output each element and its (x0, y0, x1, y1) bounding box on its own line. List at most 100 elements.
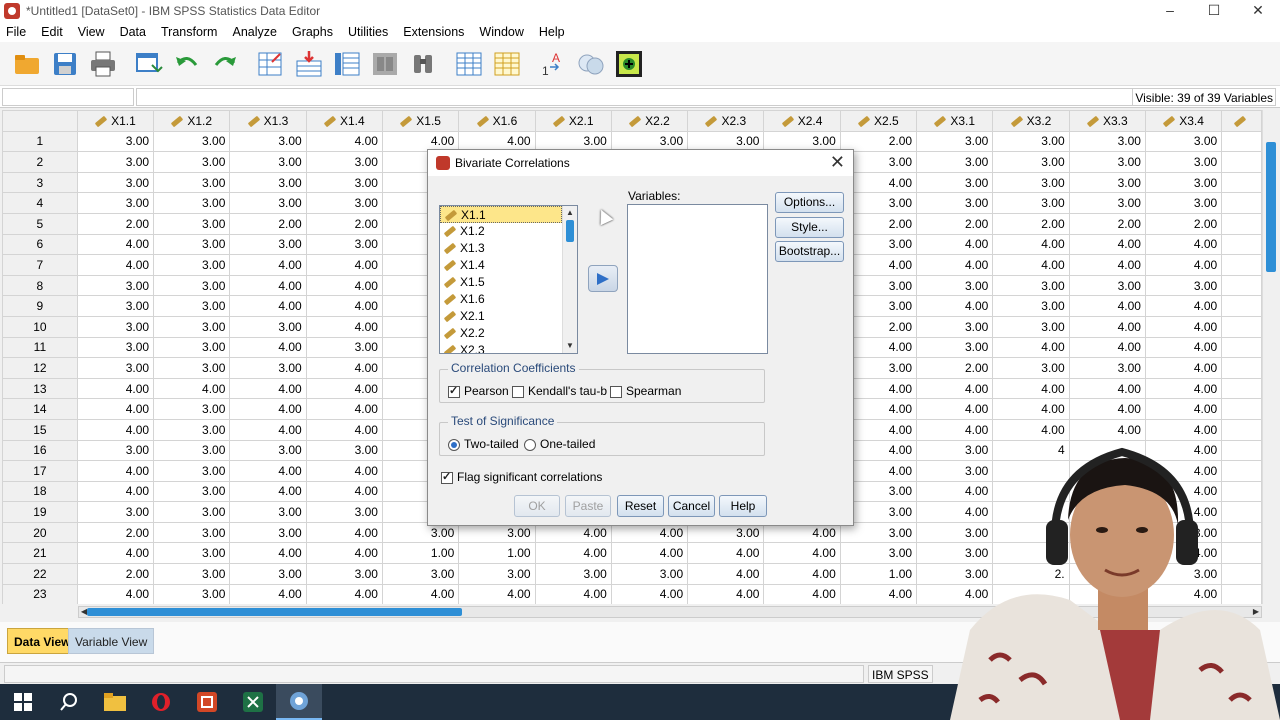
data-cell[interactable]: 3.00 (305, 233, 383, 256)
undo-icon[interactable] (172, 49, 202, 79)
data-cell[interactable]: 4.00 (763, 563, 841, 585)
data-cell[interactable] (1221, 315, 1262, 338)
row-number[interactable]: 11 (2, 336, 78, 359)
data-cell[interactable]: 3.00 (229, 357, 307, 379)
source-variable-list[interactable]: X1.1 X1.2 X1.3 X1.4 X1.5 X1.6 X2.1 X2.2 X2.3 ▲ ▼ (439, 205, 578, 354)
tab-data-view[interactable]: Data View (7, 628, 78, 654)
close-window-button[interactable]: ✕ (1236, 0, 1280, 22)
data-cell[interactable]: 3.00 (916, 151, 994, 173)
data-cell[interactable]: 3.00 (229, 171, 307, 194)
style-button[interactable]: Style... (775, 217, 844, 238)
data-cell[interactable]: 3.00 (992, 315, 1070, 338)
data-cell[interactable]: 3.00 (992, 130, 1070, 153)
data-cell[interactable]: 4.00 (229, 480, 307, 503)
redo-icon[interactable] (210, 49, 240, 79)
data-cell[interactable]: 3.00 (76, 439, 155, 462)
data-cell[interactable]: 4.00 (229, 254, 307, 276)
kendall-checkbox[interactable] (512, 385, 524, 398)
data-cell[interactable]: 4.00 (610, 542, 689, 565)
data-cell[interactable]: 4.00 (305, 583, 383, 604)
paste-button[interactable]: Paste (565, 495, 611, 517)
pearson-option[interactable]: Pearson (448, 384, 509, 398)
data-cell[interactable] (1221, 357, 1262, 379)
list-item[interactable]: X2.2 (440, 325, 562, 342)
cell-reference-box[interactable] (2, 88, 134, 106)
data-cell[interactable]: 3.00 (153, 254, 231, 276)
data-cell[interactable]: 3.00 (916, 171, 994, 194)
data-cell[interactable]: 4.00 (76, 460, 155, 482)
data-cell[interactable]: 3.00 (76, 192, 155, 214)
data-cell[interactable]: 4.00 (992, 377, 1070, 400)
data-cell[interactable]: 4.00 (610, 583, 689, 604)
list-item[interactable]: X1.5 (440, 274, 562, 291)
data-cell[interactable]: 3.00 (153, 480, 231, 503)
data-cell[interactable]: 4.00 (76, 377, 155, 400)
data-cell[interactable]: 4.00 (305, 460, 383, 482)
data-cell[interactable]: 3.00 (381, 563, 460, 585)
spearman-option[interactable]: Spearman (610, 384, 681, 398)
data-cell[interactable] (1221, 151, 1262, 173)
help-button[interactable]: Help (719, 495, 767, 517)
menu-help[interactable]: Help (533, 25, 574, 39)
row-number[interactable]: 15 (2, 418, 78, 441)
search-icon[interactable] (46, 684, 92, 720)
data-cell[interactable]: 4.00 (229, 460, 307, 482)
data-cell[interactable]: 3.00 (76, 357, 155, 379)
two-tailed-option[interactable]: Two-tailed (448, 437, 519, 451)
data-cell[interactable]: 4.00 (763, 583, 841, 604)
data-cell[interactable]: 3.00 (76, 151, 155, 173)
goto-variable-icon[interactable] (294, 49, 324, 79)
opera-browser-icon[interactable] (138, 684, 184, 720)
menu-edit[interactable]: Edit (35, 25, 72, 39)
row-number[interactable]: 14 (2, 398, 78, 420)
data-cell[interactable]: 2.00 (76, 212, 155, 235)
data-cell[interactable]: 4.00 (229, 583, 307, 604)
column-header[interactable]: X2.3 (687, 110, 765, 132)
data-cell[interactable]: 3.00 (305, 439, 383, 462)
excel-icon[interactable] (230, 684, 276, 720)
target-variables-list[interactable] (627, 204, 768, 354)
data-cell[interactable]: 4.00 (1068, 295, 1146, 317)
bootstrap-button[interactable]: Bootstrap... (775, 241, 844, 262)
data-cell[interactable]: 4.00 (1068, 315, 1146, 338)
data-cell[interactable]: 3.00 (229, 130, 307, 153)
data-cell[interactable]: 4.00 (305, 521, 383, 544)
data-cell[interactable]: 4.00 (305, 377, 383, 400)
column-header[interactable]: X1.6 (458, 110, 536, 132)
data-cell[interactable]: 4.00 (76, 480, 155, 503)
data-cell[interactable]: 4.00 (153, 377, 231, 400)
data-cell[interactable]: 3.00 (229, 315, 307, 338)
data-cell[interactable]: 3.00 (229, 439, 307, 462)
data-cell[interactable]: 4.00 (992, 233, 1070, 256)
row-number[interactable]: 23 (2, 583, 78, 604)
data-cell[interactable]: 2.00 (992, 212, 1070, 235)
one-tailed-option[interactable]: One-tailed (524, 437, 595, 451)
data-cell[interactable]: 3.00 (1068, 192, 1146, 214)
data-cell[interactable]: 4.00 (229, 377, 307, 400)
data-cell[interactable]: 2.00 (916, 212, 994, 235)
data-cell[interactable]: 3.00 (305, 171, 383, 194)
data-cell[interactable]: 3.00 (153, 192, 231, 214)
data-cell[interactable]: 2.00 (229, 212, 307, 235)
data-cell[interactable]: 3.00 (1068, 274, 1146, 297)
powerpoint-icon[interactable] (184, 684, 230, 720)
data-cell[interactable]: 3.00 (153, 398, 231, 420)
data-cell[interactable]: 3.00 (153, 418, 231, 441)
data-cell[interactable]: 3.00 (76, 501, 155, 523)
data-cell[interactable]: 4.00 (992, 398, 1070, 420)
column-header[interactable]: X3.4 (1144, 110, 1223, 132)
file-explorer-icon[interactable] (92, 684, 138, 720)
data-cell[interactable]: 4.00 (687, 583, 765, 604)
data-cell[interactable]: 3.00 (76, 130, 155, 153)
data-cell[interactable] (1221, 130, 1262, 153)
row-number[interactable]: 2 (2, 151, 78, 173)
data-cell[interactable]: 3.00 (610, 563, 689, 585)
column-header[interactable]: X3.2 (992, 110, 1070, 132)
vertical-scroll-thumb[interactable] (1266, 142, 1276, 272)
column-header[interactable]: X1.5 (381, 110, 460, 132)
cancel-button[interactable]: Cancel (668, 495, 715, 517)
data-cell[interactable]: 3.00 (76, 274, 155, 297)
data-cell[interactable]: 4.00 (763, 542, 841, 565)
data-cell[interactable] (1221, 398, 1262, 420)
move-to-variables-button[interactable] (588, 265, 618, 292)
